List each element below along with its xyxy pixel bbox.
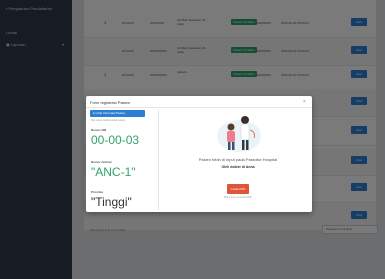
patient-summary: ● Lihat Informasi Pasien Klik untuk meli…: [90, 110, 159, 210]
registration-modal: Form registrasi Pasien × ● Lihat Informa…: [86, 96, 312, 212]
nomor-antrian-label: Nomor Antrian: [91, 160, 112, 164]
success-message: Pasien telah di input pada Paradise Hosp…: [198, 157, 278, 162]
nomor-rm-value: 00-00-03: [91, 133, 140, 147]
close-icon[interactable]: ×: [303, 99, 306, 105]
success-submessage: Oleh dokter di Anna: [221, 165, 255, 169]
nomor-rm-label: Nomor RM: [91, 128, 107, 132]
modal-divider: [86, 107, 312, 108]
modal-title: Form registrasi Pasien: [90, 100, 131, 105]
prioritas-value: "Tinggi": [91, 195, 132, 209]
confirmation-panel: Pasien telah di input pada Paradise Hosp…: [166, 110, 310, 210]
print-pdf-button[interactable]: Cetak PDF: [227, 184, 249, 194]
nomor-antrian-value: "ANC-1": [91, 165, 136, 179]
prioritas-label: Prioritas: [91, 190, 104, 194]
doctor-illustration: [217, 116, 261, 152]
info-hint: Klik untuk melihat detail pasien: [91, 119, 126, 122]
patient-info-button[interactable]: ● Lihat Informasi Pasien: [90, 110, 145, 117]
pdf-hint: Klik untuk mencetak PDF: [223, 196, 253, 199]
